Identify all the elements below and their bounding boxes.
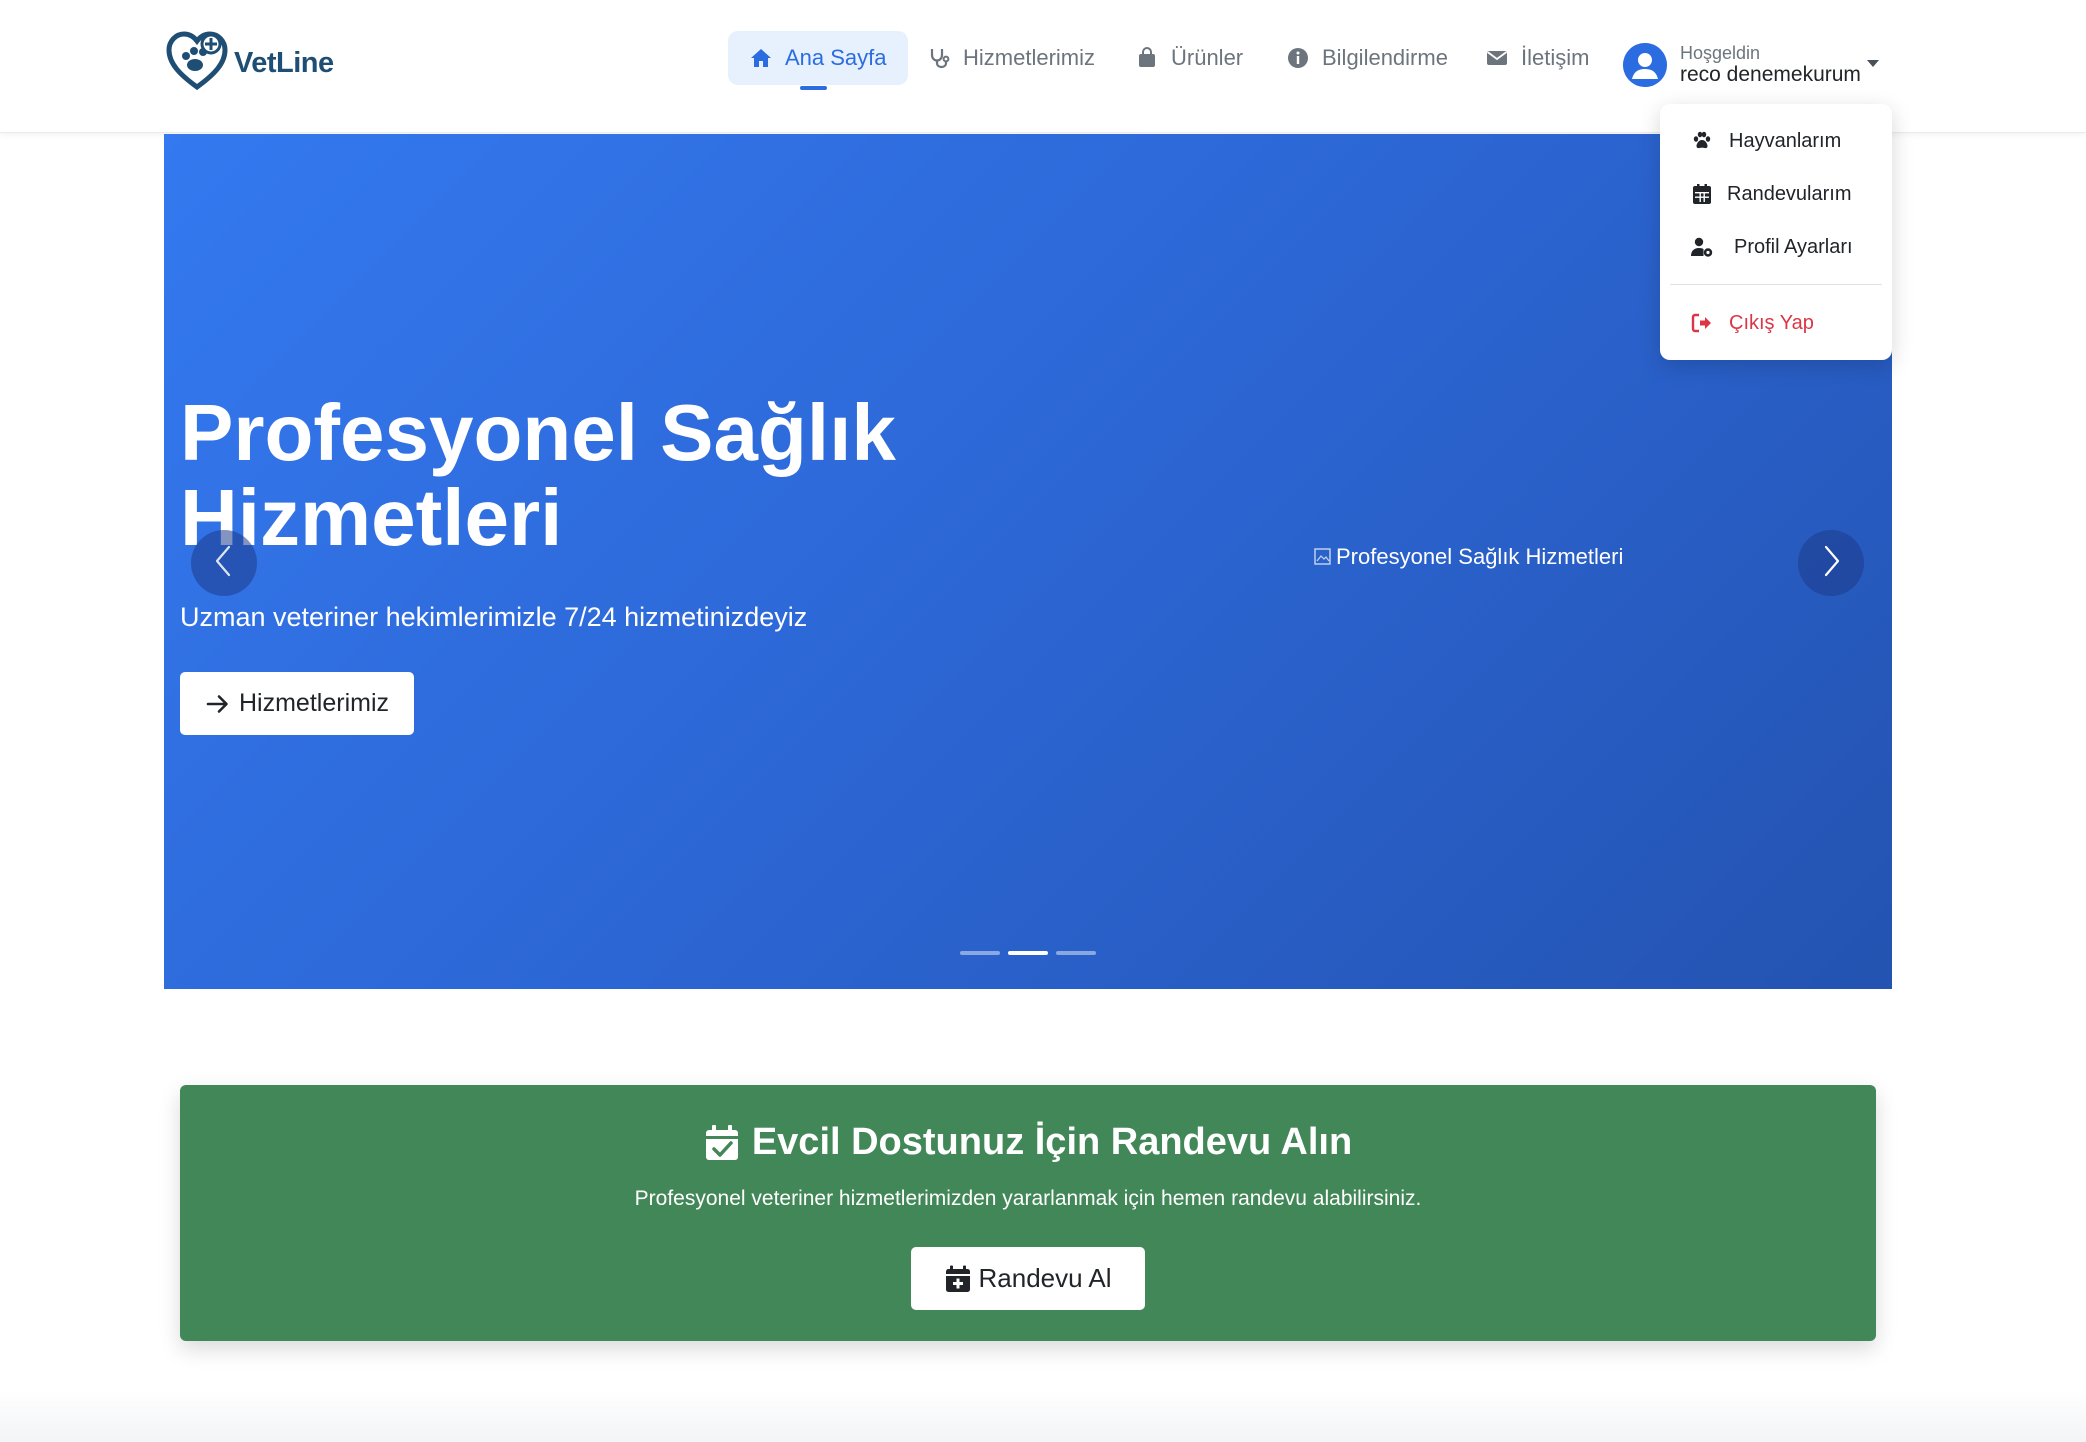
nav-products-label: Ürünler [1171,45,1244,70]
carousel-prev-button[interactable] [191,530,257,596]
hero-image-broken: Profesyonel Sağlık Hizmetleri [1314,544,1623,570]
user-text: Hoşgeldin reco denemekurum [1680,43,1861,88]
dropdown-divider [1670,284,1882,285]
page: VetLine Ana Sayfa Hizmetlerimiz Ürünler [0,0,2086,1442]
calendar-plus-icon [945,1265,971,1293]
brand-logo[interactable]: VetLine [165,29,334,98]
sign-out-icon [1690,311,1714,335]
user-circle-icon [1623,43,1667,87]
nav-services-label: Hizmetlerimiz [963,45,1095,70]
carousel-indicator[interactable] [1056,951,1096,955]
vet-heart-paw-icon [165,29,229,98]
brand-name: VetLine [234,46,334,79]
chevron-left-icon [209,541,239,586]
user-name: reco denemekurum [1680,63,1861,87]
hero-services-button-label: Hizmetlerimiz [239,689,389,717]
dropdown-item-logout-label: Çıkış Yap [1729,311,1814,334]
dropdown-item-logout[interactable]: Çıkış Yap [1660,303,1892,343]
info-circle-icon [1286,46,1310,70]
user-dropdown-menu: Hayvanlarım Randevularım Profil Ayarları… [1660,104,1892,360]
nav-contact[interactable]: İletişim [1464,31,1610,85]
dropdown-item-appointments[interactable]: Randevularım [1660,174,1892,214]
broken-image-icon [1314,547,1334,567]
dropdown-item-pets-label: Hayvanlarım [1729,129,1842,152]
envelope-icon [1485,46,1509,70]
carousel-indicators [960,951,1096,955]
nav-info-label: Bilgilendirme [1322,45,1448,70]
dropdown-item-profile-settings-label: Profil Ayarları [1734,235,1853,258]
caret-down-icon [1867,60,1879,67]
hero-subtitle: Uzman veteriner hekimlerimizle 7/24 hizm… [180,602,808,632]
carousel-indicator[interactable] [960,951,1000,955]
nav-services[interactable]: Hizmetlerimiz [906,31,1116,85]
arrow-right-icon [205,691,231,717]
appointment-title-text: Evcil Dostunuz İçin Randevu Alın [751,1121,1353,1163]
book-appointment-button[interactable]: Randevu Al [911,1247,1145,1310]
nav-home[interactable]: Ana Sayfa [728,31,908,85]
shopping-bag-icon [1135,46,1159,70]
home-icon [749,46,773,70]
appointment-title: Evcil Dostunuz İçin Randevu Alın [180,1121,1876,1164]
dropdown-item-profile-settings[interactable]: Profil Ayarları [1660,227,1892,267]
nav-products[interactable]: Ürünler [1114,31,1264,85]
book-appointment-button-label: Randevu Al [978,1263,1112,1293]
hero-title: Profesyonel Sağlık Hizmetleri [180,388,896,562]
dropdown-item-pets[interactable]: Hayvanlarım [1660,121,1892,161]
user-cog-icon [1690,235,1714,259]
hero-carousel: Profesyonel Sağlık Hizmetleri Uzman vete… [164,134,1892,989]
nav-home-label: Ana Sayfa [785,45,887,70]
appointment-banner: Evcil Dostunuz İçin Randevu Alın Profesy… [180,1085,1876,1341]
paw-icon [1690,129,1714,153]
nav-active-indicator [800,86,827,90]
nav-info[interactable]: Bilgilendirme [1265,31,1469,85]
hero-image-alt-text: Profesyonel Sağlık Hizmetleri [1336,544,1624,569]
calendar-icon [1690,182,1714,206]
nav-contact-label: İletişim [1521,45,1590,70]
appointment-description: Profesyonel veteriner hizmetlerimizden y… [634,1187,1422,1210]
stethoscope-icon [927,46,951,70]
user-greeting: Hoşgeldin [1680,42,1761,63]
carousel-indicator[interactable] [1008,951,1048,955]
user-menu-toggle[interactable]: Hoşgeldin reco denemekurum [1623,38,1879,92]
calendar-check-icon [704,1124,740,1162]
chevron-right-icon [1816,541,1846,586]
section-divider [0,1390,2086,1442]
dropdown-item-appointments-label: Randevularım [1727,182,1852,205]
hero-services-button[interactable]: Hizmetlerimiz [180,672,414,735]
carousel-next-button[interactable] [1798,530,1864,596]
